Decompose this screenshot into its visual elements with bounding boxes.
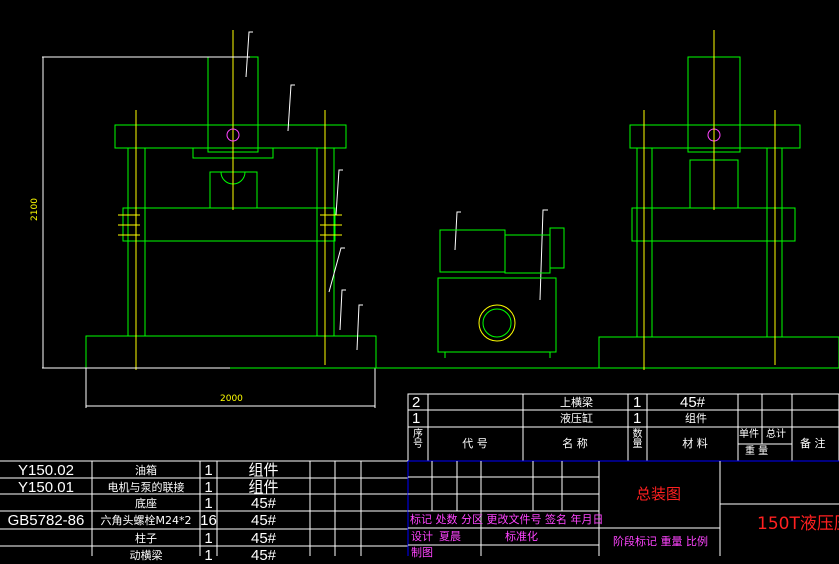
height-dimension: 2100 — [29, 198, 40, 221]
bom-material: 组件 — [248, 462, 279, 479]
bom-name: 底座 — [135, 497, 157, 510]
header-weight: 重 量 — [745, 446, 769, 457]
header-remark: 备 注 — [800, 437, 826, 450]
bom-material: 组件 — [248, 479, 279, 496]
bom-material: 组件 — [685, 412, 707, 425]
bom-material: 45# — [250, 495, 277, 512]
bom-name: 油箱 — [135, 464, 157, 477]
header-material: 材 料 — [682, 437, 708, 450]
width-dimension: 2000 — [220, 394, 243, 404]
bom-name: 六角头螺栓M24*2 — [100, 514, 192, 527]
header-name: 名 称 — [562, 437, 588, 450]
bom-material: 45# — [250, 512, 277, 529]
left-press-front-view — [85, 56, 377, 369]
left-press-centerlines — [118, 30, 342, 370]
bom-material: 45# — [250, 530, 277, 547]
bom-qty: 1 — [633, 410, 642, 427]
bom-code: Y150.02 — [18, 462, 74, 479]
leader-lines — [245, 31, 548, 351]
bom-qty: 16 — [200, 512, 217, 529]
bom-qty: 1 — [204, 479, 213, 496]
revision-header: 标记 处数 分区 更改文件号 签名 年月日 — [410, 513, 604, 526]
bom-name: 液压缸 — [560, 412, 593, 425]
header-qty: 数量 — [632, 429, 643, 450]
header-no: 序号 — [413, 429, 423, 450]
right-press-side-view — [598, 30, 839, 370]
bom-no: 2 — [412, 394, 421, 411]
header-code: 代 号 — [462, 437, 488, 450]
bom-material: 45# — [680, 394, 706, 411]
bom-qty: 1 — [633, 394, 642, 411]
header-total: 总计 — [766, 429, 786, 440]
bom-no: 1 — [412, 410, 421, 427]
bom-qty: 1 — [204, 495, 213, 512]
bom-qty: 1 — [204, 462, 213, 479]
header-unit: 单件 — [739, 429, 759, 440]
product-name: 150T液压压机 — [757, 514, 839, 534]
bom-code: GB5782-86 — [7, 512, 85, 529]
bom-name: 柱子 — [135, 532, 157, 545]
bom-name: 电机与泵的联接 — [107, 481, 185, 494]
pump-unit — [437, 227, 565, 358]
drawing-name: 总装图 — [636, 485, 682, 503]
bom-name: 上横梁 — [560, 396, 593, 409]
drawing-label: 制图 — [411, 546, 433, 559]
upper-bom-grid — [407, 393, 839, 462]
standardization-label: 标准化 — [505, 530, 538, 543]
design-label: 设计 — [411, 530, 433, 543]
designer-name: 夏晨 — [439, 530, 461, 543]
bom-qty: 1 — [204, 530, 213, 547]
bom-code: Y150.01 — [18, 479, 74, 496]
stage-weight-scale: 阶段标记 重量 比例 — [613, 535, 708, 548]
